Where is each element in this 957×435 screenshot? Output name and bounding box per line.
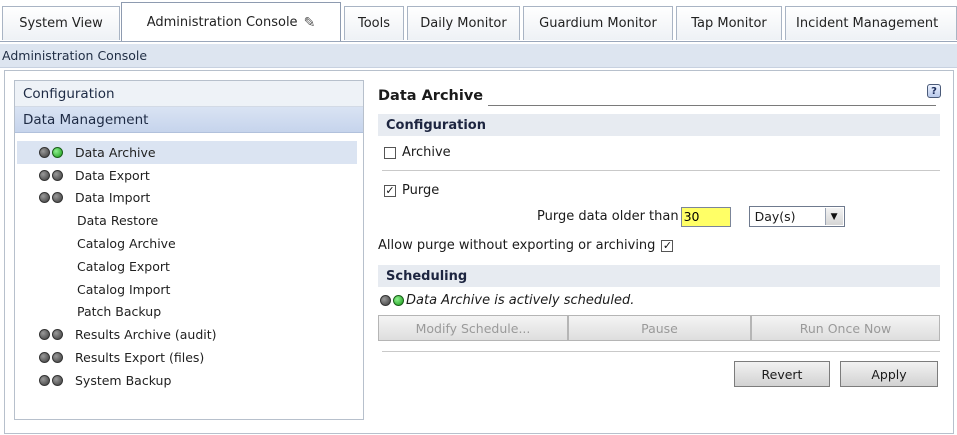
nav-section-label: Configuration bbox=[23, 85, 115, 102]
archive-checkbox[interactable] bbox=[384, 146, 396, 159]
purge-row: ✓ Purge bbox=[384, 183, 439, 198]
status-indicator-icon bbox=[39, 146, 75, 158]
nav-item-label: Data Archive bbox=[75, 144, 156, 160]
tab-label: Guardium Monitor bbox=[539, 16, 657, 31]
nav-item-data-archive[interactable]: Data Archive bbox=[17, 141, 357, 164]
nav-section-data-management[interactable]: Data Management bbox=[15, 107, 363, 133]
nav-item-label: System Backup bbox=[75, 372, 172, 388]
nav-item-label: Data Restore bbox=[77, 213, 159, 229]
nav-item-catalog-export[interactable]: Catalog Export bbox=[17, 255, 357, 278]
page-title: Data Archive bbox=[378, 88, 484, 104]
tab-label: Tools bbox=[357, 16, 391, 31]
schedule-status: Data Archive is actively scheduled. bbox=[380, 293, 634, 308]
status-indicator-icon bbox=[39, 352, 75, 364]
nav-item-label: Data Import bbox=[75, 190, 151, 206]
title-rule bbox=[488, 105, 936, 106]
nav-item-label: Data Export bbox=[75, 167, 150, 183]
schedule-buttons: Modify Schedule... Pause Run Once Now bbox=[378, 315, 940, 341]
help-glyph: ? bbox=[931, 85, 937, 97]
tab-bar-divider bbox=[0, 41, 957, 42]
status-indicator-icon bbox=[39, 169, 75, 181]
nav-item-data-export[interactable]: Data Export bbox=[17, 164, 357, 187]
configuration-header: Configuration bbox=[378, 114, 940, 136]
run-once-now-button[interactable]: Run Once Now bbox=[751, 315, 940, 341]
breadcrumb: Administration Console bbox=[0, 44, 957, 68]
nav-list: Data Archive Data Export Data Import Dat… bbox=[15, 133, 363, 392]
schedule-status-text: Data Archive is actively scheduled. bbox=[406, 293, 635, 308]
pause-button[interactable]: Pause bbox=[568, 315, 751, 341]
nav-item-catalog-archive[interactable]: Catalog Archive bbox=[17, 232, 357, 255]
archive-row: Archive bbox=[384, 145, 451, 160]
nav-item-label: Catalog Export bbox=[77, 258, 170, 274]
nav-item-label: Catalog Archive bbox=[77, 236, 176, 252]
purge-checkbox[interactable]: ✓ bbox=[384, 184, 396, 197]
nav-item-data-import[interactable]: Data Import bbox=[17, 187, 357, 210]
modify-schedule-button[interactable]: Modify Schedule... bbox=[378, 315, 568, 341]
help-icon[interactable]: ? bbox=[927, 84, 941, 98]
pencil-icon[interactable]: ✎ bbox=[304, 15, 316, 31]
tab-label: Tap Monitor bbox=[691, 16, 767, 31]
tab-label: Incident Management bbox=[796, 16, 939, 31]
revert-button[interactable]: Revert bbox=[734, 361, 830, 387]
nav-item-data-restore[interactable]: Data Restore bbox=[17, 209, 357, 232]
nav-item-label: Patch Backup bbox=[77, 304, 162, 320]
nav-item-results-export[interactable]: Results Export (files) bbox=[17, 346, 357, 369]
purge-days-input[interactable] bbox=[680, 206, 731, 227]
purge-unit-select[interactable]: Day(s) ▼ bbox=[748, 206, 845, 227]
purge-older-label: Purge data older than bbox=[537, 209, 679, 224]
nav-item-label: Results Archive (audit) bbox=[75, 327, 217, 343]
nav-section-configuration[interactable]: Configuration bbox=[15, 81, 363, 107]
status-indicator-icon bbox=[380, 295, 406, 306]
top-tab-bar: System View Administration Console ✎ Too… bbox=[0, 0, 957, 44]
tab-tap-monitor[interactable]: Tap Monitor bbox=[676, 6, 782, 40]
apply-button[interactable]: Apply bbox=[840, 361, 938, 387]
tab-label: Administration Console bbox=[146, 15, 298, 30]
chevron-down-icon[interactable]: ▼ bbox=[824, 208, 843, 225]
left-navigation: Configuration Data Management Data Archi… bbox=[14, 80, 364, 420]
config-divider bbox=[382, 170, 940, 171]
allow-purge-checkbox[interactable]: ✓ bbox=[661, 239, 674, 252]
nav-item-catalog-import[interactable]: Catalog Import bbox=[17, 278, 357, 301]
section-label: Scheduling bbox=[386, 268, 468, 284]
nav-section-label: Data Management bbox=[23, 111, 149, 128]
panel-title-row: Data Archive ? bbox=[378, 84, 941, 108]
status-indicator-icon bbox=[39, 192, 75, 204]
nav-item-system-backup[interactable]: System Backup bbox=[17, 369, 357, 392]
tab-label: Daily Monitor bbox=[420, 16, 507, 31]
tab-incident-management[interactable]: Incident Management bbox=[785, 6, 957, 40]
breadcrumb-label: Administration Console bbox=[2, 48, 148, 63]
nav-item-results-archive[interactable]: Results Archive (audit) bbox=[17, 323, 357, 346]
tab-guardium-monitor[interactable]: Guardium Monitor bbox=[523, 6, 673, 40]
data-archive-panel: Data Archive ? Configuration Archive ✓ P… bbox=[374, 80, 942, 410]
tab-administration-console[interactable]: Administration Console ✎ bbox=[121, 2, 341, 42]
nav-item-label: Catalog Import bbox=[77, 281, 171, 297]
tab-label: System View bbox=[19, 16, 103, 31]
tab-tools[interactable]: Tools bbox=[344, 6, 404, 40]
scheduling-header: Scheduling bbox=[378, 265, 940, 287]
purge-older-row: Purge data older than Day(s) ▼ bbox=[537, 206, 845, 227]
archive-label: Archive bbox=[402, 145, 451, 160]
tab-system-view[interactable]: System View bbox=[2, 6, 120, 40]
section-label: Configuration bbox=[386, 117, 486, 133]
purge-label: Purge bbox=[402, 183, 440, 198]
nav-item-patch-backup[interactable]: Patch Backup bbox=[17, 301, 357, 324]
purge-unit-value: Day(s) bbox=[754, 209, 796, 224]
scheduling-divider bbox=[382, 351, 940, 352]
status-indicator-icon bbox=[39, 329, 75, 341]
status-indicator-icon bbox=[39, 374, 75, 386]
allow-purge-row: Allow purge without exporting or archivi… bbox=[378, 238, 679, 253]
allow-purge-label: Allow purge without exporting or archivi… bbox=[378, 238, 656, 253]
nav-item-label: Results Export (files) bbox=[75, 350, 205, 366]
tab-daily-monitor[interactable]: Daily Monitor bbox=[407, 6, 520, 40]
